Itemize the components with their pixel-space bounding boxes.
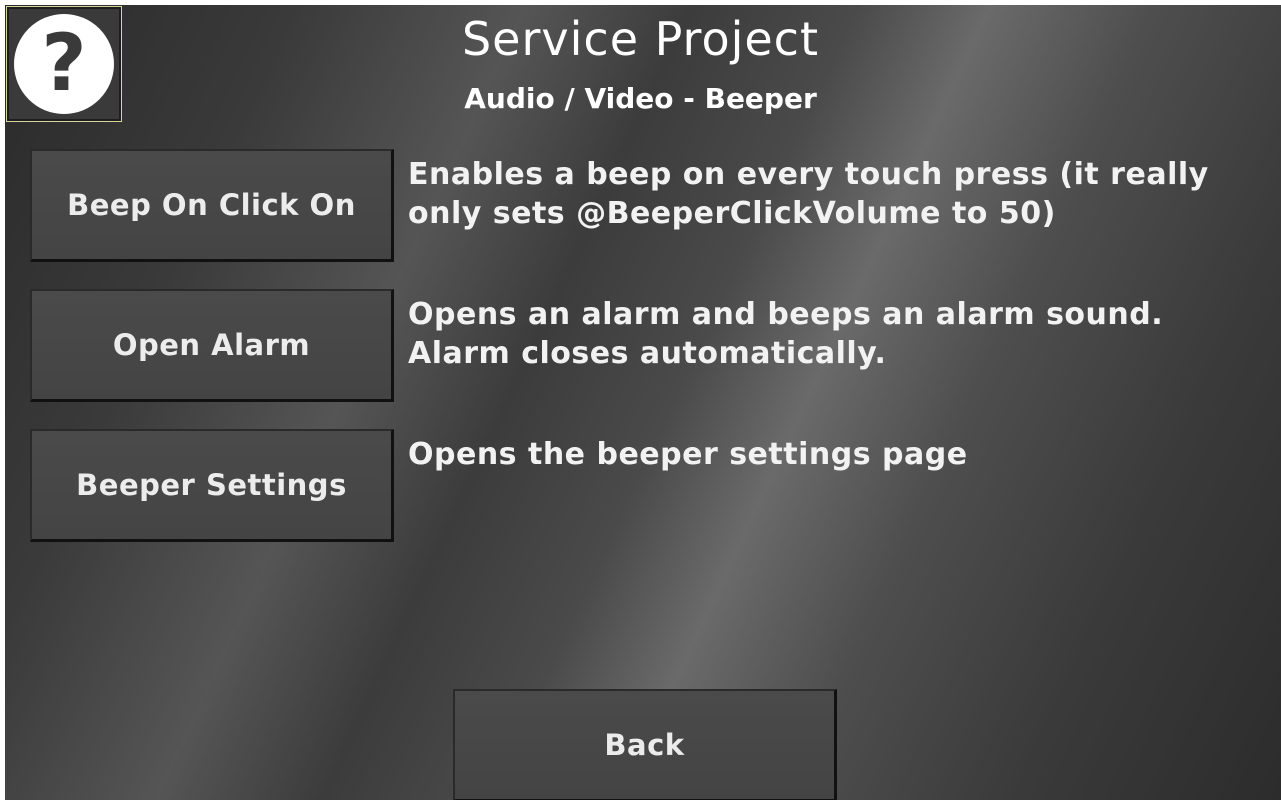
open-alarm-description: Opens an alarm and beeps an alarm sound.… bbox=[408, 297, 1164, 371]
open-alarm-button[interactable]: Open Alarm bbox=[30, 289, 394, 402]
page-subtitle: Audio / Video - Beeper bbox=[464, 82, 817, 115]
beep-on-click-on-button[interactable]: Beep On Click On bbox=[30, 149, 394, 262]
beeper-settings-description: Opens the beeper settings page bbox=[408, 437, 968, 472]
beep-on-click-description: Enables a beep on every touch press (it … bbox=[408, 157, 1209, 231]
back-button[interactable]: Back bbox=[453, 689, 837, 800]
page-title: Service Project bbox=[461, 12, 819, 66]
beeper-settings-button[interactable]: Beeper Settings bbox=[30, 429, 394, 542]
